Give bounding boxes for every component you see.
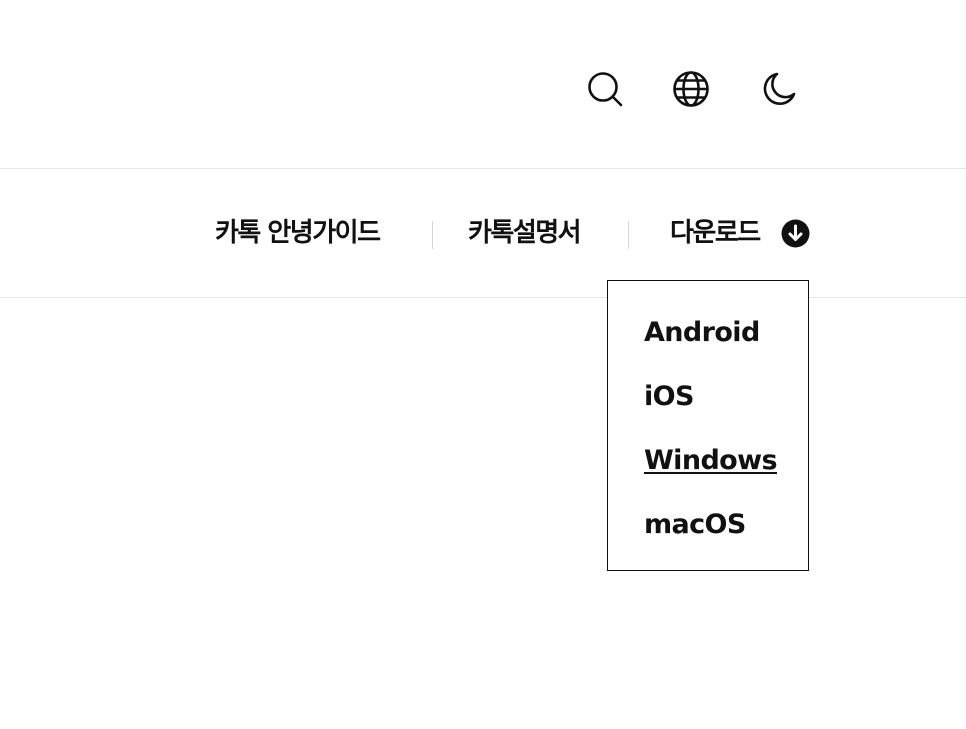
nav-item-manual[interactable]: 카톡설명서 — [468, 215, 582, 251]
nav-divider — [628, 221, 629, 249]
nav-divider — [432, 221, 433, 249]
search-icon — [588, 72, 623, 107]
menu-item-windows[interactable]: Windows — [644, 444, 778, 478]
top-bar — [0, 0, 966, 169]
search-button[interactable] — [585, 69, 625, 109]
arrow-down-circle-icon[interactable] — [781, 219, 810, 248]
download-dropdown-menu: Android iOS Windows macOS — [607, 280, 809, 571]
main-nav: 카톡 안녕가이드 카톡설명서 다운로드 — [0, 169, 966, 298]
nav-item-guide[interactable]: 카톡 안녕가이드 — [215, 215, 381, 251]
menu-item-macos[interactable]: macOS — [644, 508, 746, 542]
nav-item-download[interactable]: 다운로드 — [670, 215, 761, 251]
theme-toggle-button[interactable] — [758, 69, 798, 109]
menu-item-ios[interactable]: iOS — [644, 380, 694, 414]
menu-item-android[interactable]: Android — [644, 316, 760, 350]
globe-icon — [673, 71, 709, 107]
moon-icon — [763, 72, 796, 105]
language-button[interactable] — [671, 69, 711, 109]
